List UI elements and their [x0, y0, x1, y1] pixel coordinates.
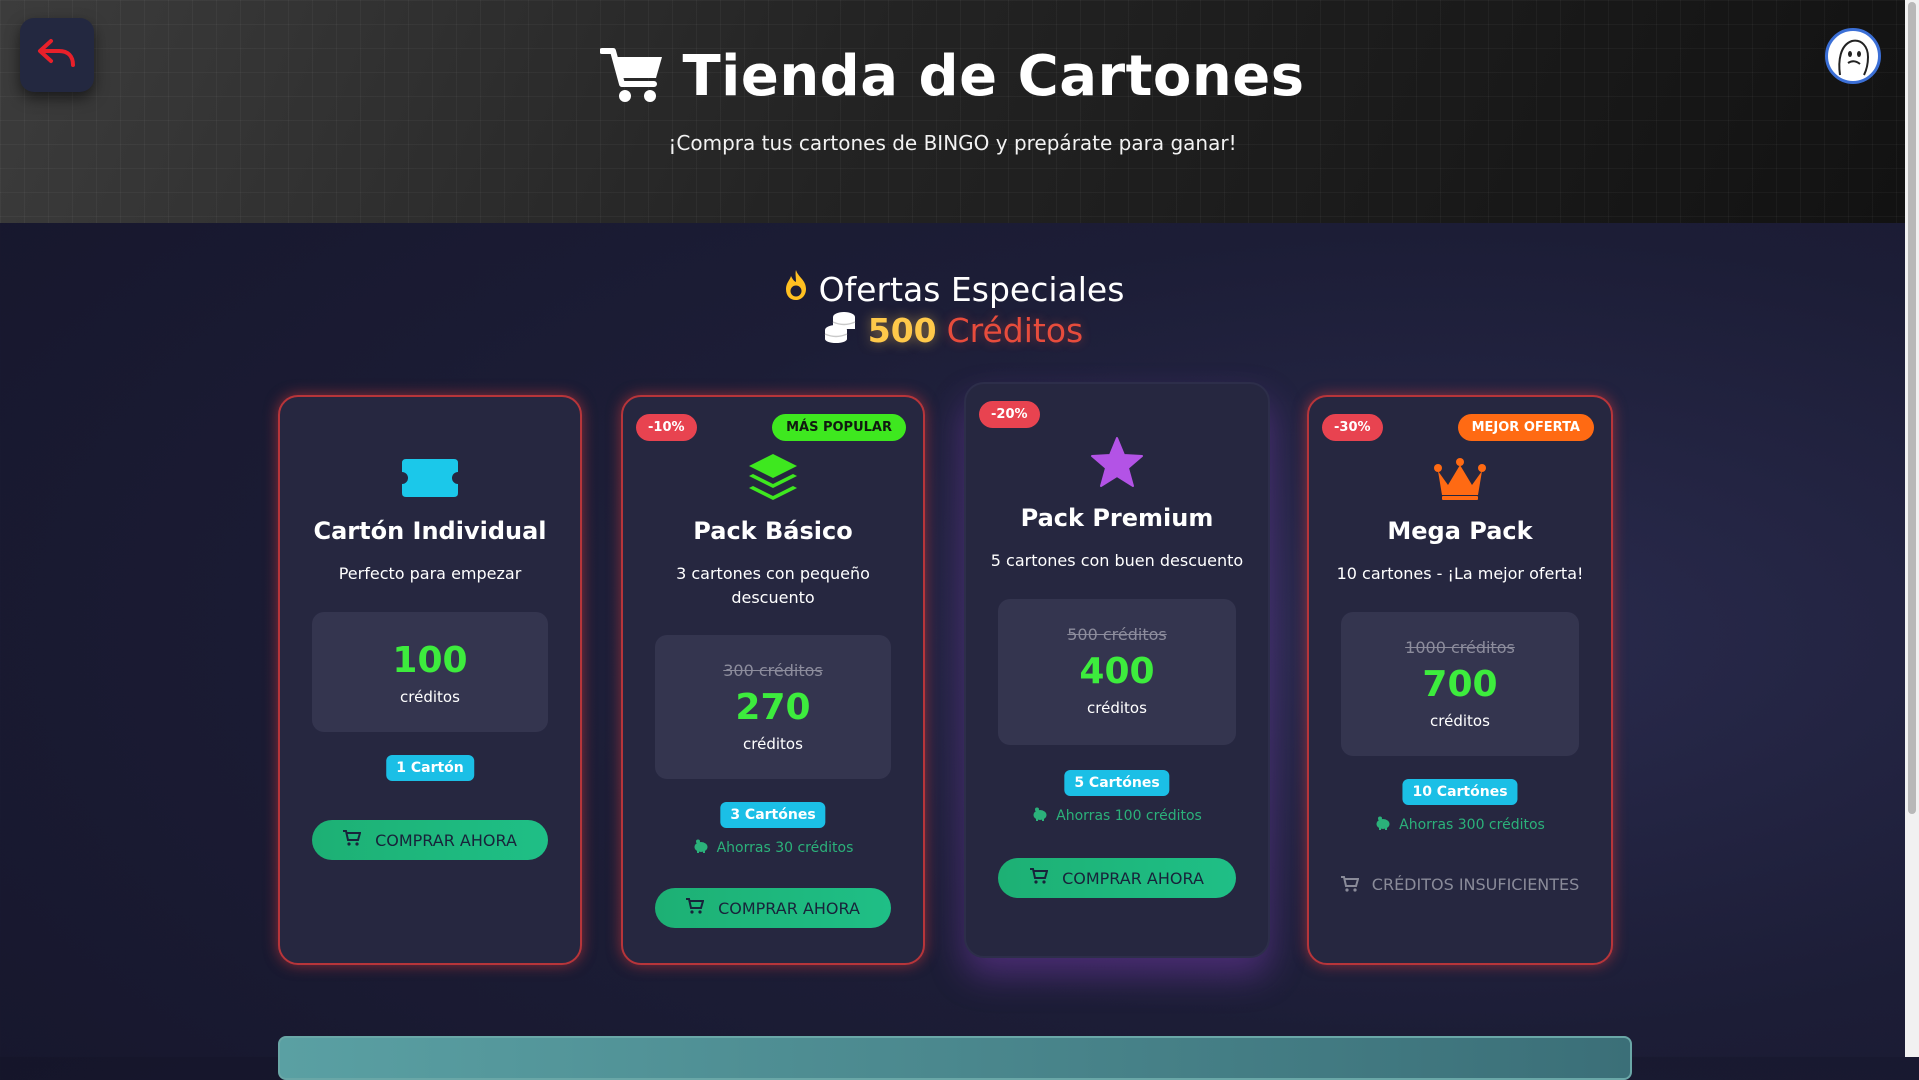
- savings-text: Ahorras 100 créditos: [966, 807, 1268, 825]
- buy-button-label: COMPRAR AHORA: [718, 898, 860, 918]
- savings-text: Ahorras 300 créditos: [1309, 816, 1611, 834]
- insufficient-credits-label: CRÉDITOS INSUFICIENTES: [1371, 875, 1580, 894]
- product-card-premium: -20% Pack Premium 5 cartones con buen de…: [964, 382, 1270, 958]
- ticket-icon: [280, 459, 580, 497]
- user-avatar[interactable]: [1825, 28, 1881, 84]
- savings-label: Ahorras 100 créditos: [1056, 808, 1202, 824]
- card-price: 700: [1422, 664, 1498, 705]
- page-title: Tienda de Cartones: [682, 44, 1305, 109]
- buy-button-label: COMPRAR AHORA: [375, 830, 517, 850]
- savings-text: Ahorras 30 créditos: [623, 839, 923, 857]
- fire-icon: [781, 268, 811, 310]
- credits-amount: 500: [867, 310, 937, 350]
- card-title: Pack Básico: [693, 517, 853, 545]
- crown-icon: [1309, 457, 1611, 501]
- discount-badge: -30%: [1322, 414, 1383, 441]
- cart-icon: [1340, 875, 1372, 894]
- offers-heading: Ofertas Especiales: [0, 268, 1905, 310]
- old-price: 500 créditos: [1067, 625, 1167, 644]
- price-box: 500 créditos 400 créditos: [998, 599, 1236, 745]
- card-price: 400: [1079, 651, 1155, 692]
- card-price: 270: [735, 687, 811, 728]
- page-subtitle: ¡Compra tus cartones de BINGO y prepárat…: [668, 131, 1237, 155]
- shopping-cart-icon: [599, 46, 666, 108]
- buy-button-label: COMPRAR AHORA: [1062, 868, 1204, 888]
- credits-balance: 500 Créditos: [0, 308, 1905, 352]
- card-title: Mega Pack: [1387, 517, 1533, 545]
- price-unit: créditos: [743, 735, 803, 753]
- price-box: 100 créditos: [312, 612, 548, 732]
- savings-label: Ahorras 30 créditos: [716, 840, 854, 856]
- old-price: 1000 créditos: [1405, 638, 1515, 657]
- piggy-bank-icon: [1375, 816, 1391, 834]
- price-unit: créditos: [400, 688, 460, 706]
- product-card-basico: -10% MÁS POPULAR Pack Básico 3 cartones …: [621, 395, 925, 965]
- insufficient-credits-button[interactable]: CRÉDITOS INSUFICIENTES: [1329, 873, 1591, 897]
- best-offer-badge: MEJOR OFERTA: [1457, 414, 1594, 441]
- page-header: Tienda de Cartones ¡Compra tus cartones …: [0, 0, 1905, 223]
- price-unit: créditos: [1087, 699, 1147, 717]
- old-price: 300 créditos: [723, 661, 823, 680]
- buy-button[interactable]: COMPRAR AHORA: [312, 820, 548, 860]
- card-description: 10 cartones - ¡La mejor oferta!: [1336, 564, 1584, 583]
- discount-badge: -10%: [636, 414, 697, 441]
- product-card-mega: -30% MEJOR OFERTA Mega Pack 10 cartones …: [1307, 395, 1613, 965]
- card-price: 100: [392, 640, 468, 681]
- quantity-badge: 1 Cartón: [386, 755, 474, 781]
- star-icon: [966, 436, 1268, 488]
- card-description: 5 cartones con buen descuento: [990, 551, 1244, 570]
- discount-badge: -20%: [979, 401, 1040, 428]
- layers-icon: [623, 452, 923, 502]
- page-title-row: Tienda de Cartones: [0, 44, 1905, 109]
- credits-label: Créditos: [946, 310, 1084, 350]
- buy-button[interactable]: COMPRAR AHORA: [998, 858, 1236, 898]
- cart-icon: [1030, 868, 1049, 888]
- piggy-bank-icon: [693, 839, 709, 857]
- scrollbar-thumb[interactable]: [1908, 2, 1916, 814]
- info-section: [278, 1036, 1632, 1080]
- coins-icon: [822, 308, 858, 352]
- card-description: Perfecto para empezar: [338, 564, 522, 583]
- card-description: 3 cartones con pequeño descuento: [676, 564, 870, 607]
- piggy-bank-icon: [1032, 807, 1048, 825]
- product-card-individual: Cartón Individual Perfecto para empezar …: [278, 395, 582, 965]
- card-title: Cartón Individual: [313, 517, 547, 545]
- price-box: 300 créditos 270 créditos: [655, 635, 891, 779]
- quantity-badge: 5 Cartónes: [1064, 770, 1170, 796]
- quantity-badge: 10 Cartónes: [1402, 779, 1518, 805]
- quantity-badge: 3 Cartónes: [720, 802, 826, 828]
- price-box: 1000 créditos 700 créditos: [1341, 612, 1579, 756]
- offers-title: Ofertas Especiales: [818, 269, 1125, 309]
- savings-label: Ahorras 300 créditos: [1399, 817, 1545, 833]
- card-title: Pack Premium: [1020, 504, 1214, 532]
- cart-icon: [686, 898, 705, 918]
- cart-icon: [343, 830, 362, 850]
- popular-badge: MÁS POPULAR: [772, 414, 906, 441]
- buy-button[interactable]: COMPRAR AHORA: [655, 888, 891, 928]
- price-unit: créditos: [1430, 712, 1490, 730]
